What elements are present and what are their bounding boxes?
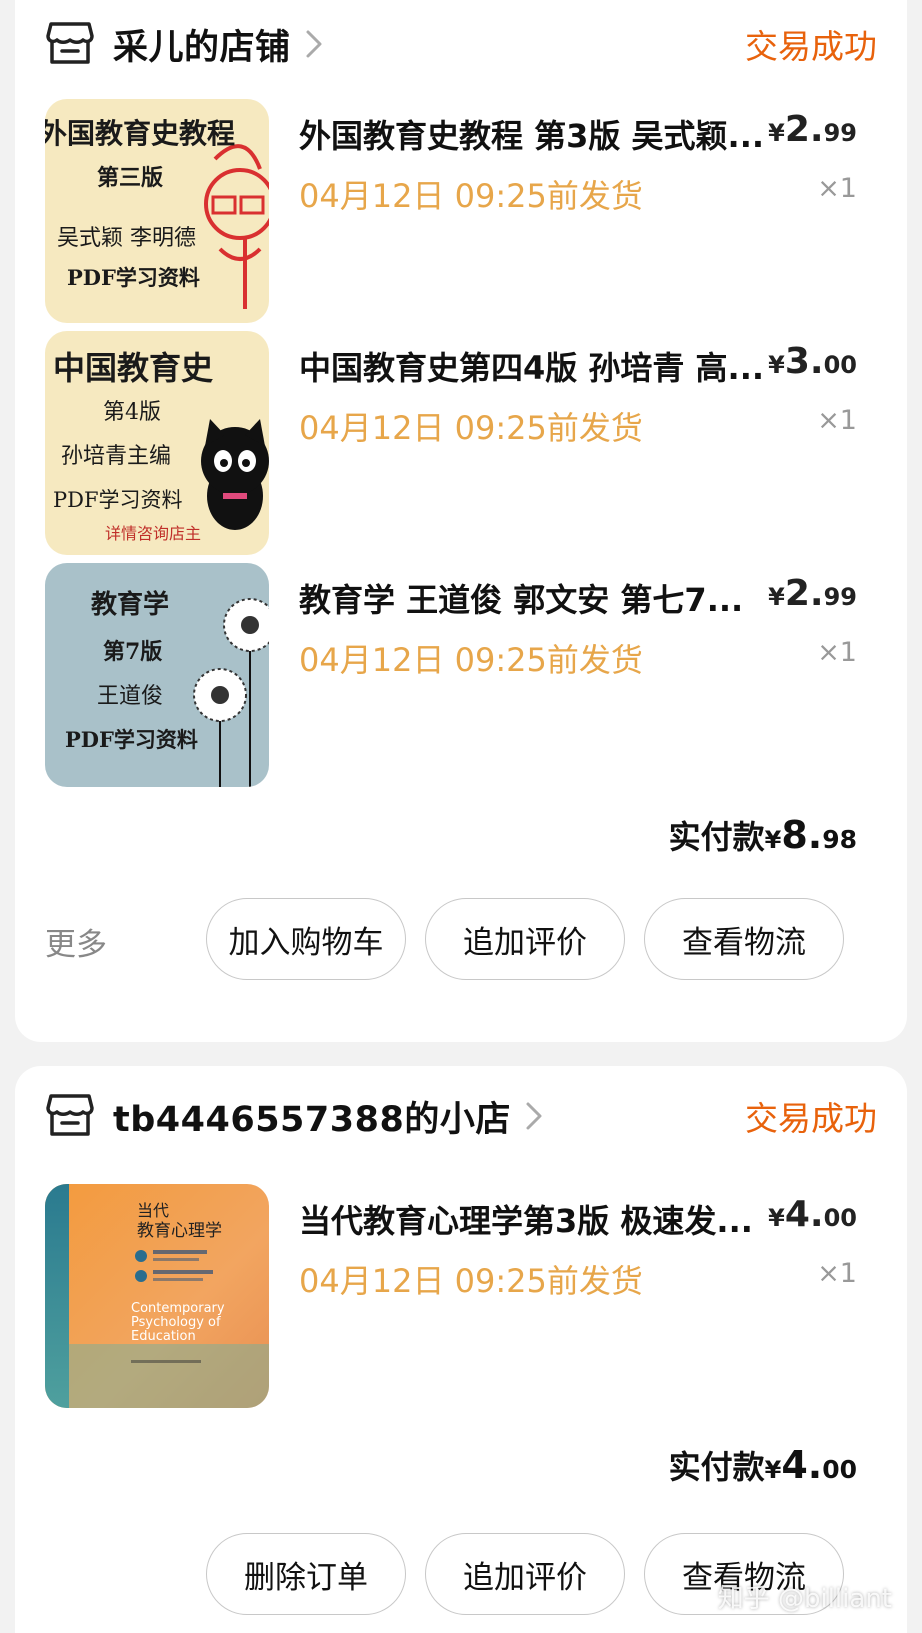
- product-thumbnail[interactable]: 中国教育史 第4版 孙培青主编 PDF学习资料 详情咨询店主: [45, 331, 269, 555]
- shop-name[interactable]: tb4446557388的小店: [113, 1091, 511, 1142]
- book-cover-image: 外国教育史教程 第三版 吴式颖 李明德 PDF学习资料: [45, 99, 269, 323]
- order-item[interactable]: 教育学 第7版 王道俊 PDF学习资料 教育学 王道俊 郭文安 第七7... 0…: [45, 563, 857, 787]
- order-total: 实付款¥8.98: [668, 813, 857, 857]
- cover-note: PDF学习资料: [53, 488, 183, 512]
- book-cover-image: 当代 教育心理学 Contemporary Psychology of Educ…: [45, 1184, 269, 1408]
- more-actions-link[interactable]: 更多: [45, 919, 107, 964]
- cover-note: PDF学习资料: [67, 265, 200, 290]
- cover-edition: 第7版: [103, 639, 162, 665]
- order-item[interactable]: 外国教育史教程 第三版 吴式颖 李明德 PDF学习资料 外国教育史教程 第3版 …: [45, 99, 857, 323]
- book-cover-image: 中国教育史 第4版 孙培青主编 PDF学习资料 详情咨询店主: [45, 331, 269, 555]
- product-thumbnail[interactable]: 教育学 第7版 王道俊 PDF学习资料: [45, 563, 269, 787]
- shop-header[interactable]: tb4446557388的小店 交易成功: [45, 1086, 877, 1146]
- shop-icon: [46, 22, 94, 64]
- cover-english: Psychology of: [131, 1315, 221, 1330]
- quantity: ×1: [817, 405, 857, 436]
- quantity: ×1: [817, 637, 857, 668]
- shop-name[interactable]: 采儿的店铺: [113, 19, 291, 70]
- order-card: tb4446557388的小店 交易成功 当代 教育心理学 Contempora…: [15, 1066, 907, 1633]
- shop-icon: [46, 1094, 94, 1136]
- add-to-cart-button[interactable]: 加入购物车: [206, 898, 406, 980]
- shipping-deadline: 04月12日 09:25前发货: [299, 409, 643, 447]
- order-item[interactable]: 中国教育史 第4版 孙培青主编 PDF学习资料 详情咨询店主 中国教育史第四4版…: [45, 331, 857, 555]
- unit-price: ¥2.99: [768, 109, 857, 150]
- cover-title: 教育学: [91, 589, 169, 620]
- order-card: 采儿的店铺 交易成功 外国教育史教程 第三版 吴式颖 李明德 PDF学习资料 外…: [15, 0, 907, 1042]
- add-review-button[interactable]: 追加评价: [425, 1533, 625, 1615]
- product-title[interactable]: 外国教育史教程 第3版 吴式颖...: [299, 111, 769, 157]
- watermark: 知乎 @billiant: [717, 1584, 892, 1614]
- product-thumbnail[interactable]: 外国教育史教程 第三版 吴式颖 李明德 PDF学习资料: [45, 99, 269, 323]
- cover-english: Contemporary: [131, 1301, 225, 1316]
- cover-author: 王道俊: [97, 684, 163, 709]
- order-item[interactable]: 当代 教育心理学 Contemporary Psychology of Educ…: [45, 1184, 857, 1408]
- order-status: 交易成功: [745, 1099, 877, 1138]
- shipping-deadline: 04月12日 09:25前发货: [299, 177, 643, 215]
- order-total: 实付款¥4.00: [668, 1443, 857, 1487]
- shipping-deadline: 04月12日 09:25前发货: [299, 1262, 643, 1300]
- book-cover-image: 教育学 第7版 王道俊 PDF学习资料: [45, 563, 269, 787]
- quantity: ×1: [817, 1258, 857, 1289]
- shop-header[interactable]: 采儿的店铺 交易成功: [45, 14, 877, 74]
- product-title[interactable]: 教育学 王道俊 郭文安 第七7...: [299, 575, 769, 621]
- shipping-deadline: 04月12日 09:25前发货: [299, 641, 643, 679]
- quantity: ×1: [817, 173, 857, 204]
- order-status: 交易成功: [745, 27, 877, 66]
- product-title[interactable]: 中国教育史第四4版 孙培青 高...: [299, 343, 769, 389]
- cover-note: PDF学习资料: [65, 727, 198, 752]
- view-logistics-button[interactable]: 查看物流: [644, 898, 844, 980]
- cover-edition: 第4版: [103, 400, 161, 425]
- cover-title: 教育心理学: [137, 1221, 222, 1241]
- cover-english: Education: [131, 1329, 196, 1344]
- unit-price: ¥4.00: [768, 1194, 857, 1235]
- unit-price: ¥3.00: [768, 341, 857, 382]
- cover-author: 孙培青主编: [61, 444, 171, 469]
- unit-price: ¥2.99: [768, 573, 857, 614]
- cover-title: 中国教育史: [53, 349, 213, 387]
- cover-author: 吴式颖 李明德: [57, 226, 196, 251]
- cover-edition: 第三版: [97, 165, 163, 191]
- chevron-right-icon: [526, 1102, 542, 1130]
- chevron-right-icon: [306, 30, 322, 58]
- product-thumbnail[interactable]: 当代 教育心理学 Contemporary Psychology of Educ…: [45, 1184, 269, 1408]
- cover-title: 外国教育史教程: [45, 117, 235, 150]
- product-title[interactable]: 当代教育心理学第3版 极速发...: [299, 1196, 769, 1242]
- cover-contact: 详情咨询店主: [105, 524, 201, 543]
- delete-order-button[interactable]: 删除订单: [206, 1533, 406, 1615]
- cover-title: 当代: [137, 1201, 169, 1220]
- add-review-button[interactable]: 追加评价: [425, 898, 625, 980]
